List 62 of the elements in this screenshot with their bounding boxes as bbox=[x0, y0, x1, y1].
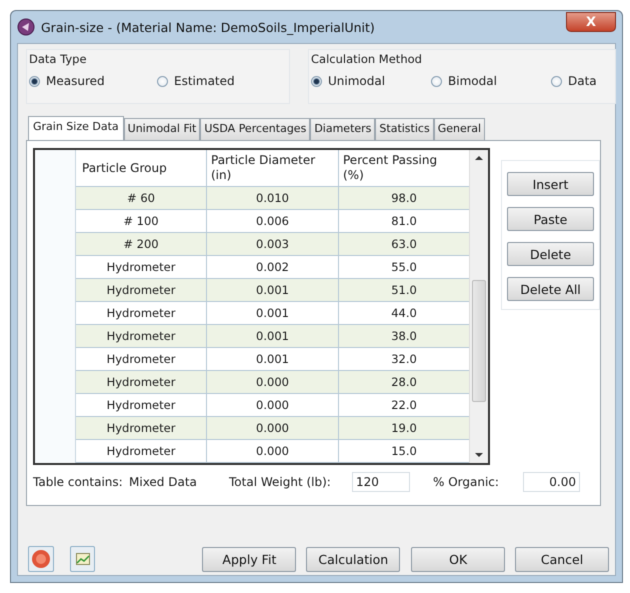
radio-button[interactable] bbox=[29, 76, 40, 86]
table-cell: Hydrometer bbox=[76, 325, 207, 348]
radio-button[interactable] bbox=[551, 76, 562, 86]
table-cell: 38.0 bbox=[339, 325, 469, 348]
help-icon bbox=[30, 549, 51, 569]
table-cell: # 200 bbox=[76, 233, 207, 256]
table-button[interactable]: Delete bbox=[507, 242, 594, 266]
scrollbar[interactable] bbox=[469, 150, 488, 463]
tab[interactable]: Grain Size Data bbox=[28, 116, 124, 140]
field-label: Total Weight (lb): bbox=[229, 475, 332, 489]
table-cell: # 60 bbox=[76, 187, 207, 210]
table-cell: 51.0 bbox=[339, 279, 469, 302]
table-cell: 0.000 bbox=[207, 417, 339, 440]
radio-label: Data bbox=[568, 74, 597, 88]
organic-field[interactable]: 0.00 bbox=[523, 472, 580, 492]
window-title: Grain-size - (Material Name: DemoSoils_ImperialUnit) bbox=[41, 20, 376, 34]
chart-icon bbox=[76, 553, 90, 565]
weight-field[interactable]: 120 bbox=[352, 472, 410, 492]
table-cell: 0.010 bbox=[207, 187, 339, 210]
table-cell: Hydrometer bbox=[76, 279, 207, 302]
row-header[interactable] bbox=[35, 440, 76, 463]
table-cell: Hydrometer bbox=[76, 417, 207, 440]
table-contents-value: Mixed Data bbox=[129, 475, 198, 489]
table-cell: 0.001 bbox=[207, 279, 339, 302]
radio-label: Bimodal bbox=[448, 74, 497, 88]
field-label: Table contains: bbox=[33, 475, 124, 489]
tab[interactable]: General bbox=[434, 118, 486, 140]
table-cell: 98.0 bbox=[339, 187, 469, 210]
ok-button[interactable]: OK bbox=[411, 547, 506, 572]
cancel-button[interactable]: Cancel bbox=[515, 547, 609, 572]
table-cell: 0.000 bbox=[207, 371, 339, 394]
table-cell: 0.003 bbox=[207, 233, 339, 256]
table-button[interactable]: Delete All bbox=[507, 277, 594, 301]
group-title: Data Type bbox=[29, 52, 88, 66]
table-cell: 0.001 bbox=[207, 325, 339, 348]
table-button[interactable]: Insert bbox=[507, 172, 594, 196]
tab[interactable]: Unimodal Fit bbox=[124, 118, 200, 140]
field-label: % Organic: bbox=[433, 475, 500, 489]
table-cell: Hydrometer bbox=[76, 440, 207, 463]
tab[interactable]: Diameters bbox=[310, 118, 376, 140]
radio-button[interactable] bbox=[431, 76, 442, 86]
tab[interactable]: USDA Percentages bbox=[200, 118, 310, 140]
group-title: Calculation Method bbox=[311, 52, 423, 66]
radio-label: Measured bbox=[46, 74, 105, 88]
column-header: Particle Diameter (in) bbox=[207, 150, 339, 187]
radio-button[interactable] bbox=[157, 76, 168, 86]
table-button[interactable]: Paste bbox=[507, 207, 594, 231]
calculation-button[interactable]: Calculation bbox=[306, 547, 400, 572]
app-icon bbox=[17, 18, 35, 36]
table-cell: Hydrometer bbox=[76, 371, 207, 394]
radio-button[interactable] bbox=[311, 76, 322, 86]
table-cell: 19.0 bbox=[339, 417, 469, 440]
radio-label: Estimated bbox=[174, 74, 235, 88]
help-button[interactable] bbox=[28, 546, 54, 572]
radio-label: Unimodal bbox=[328, 74, 386, 88]
apply-fit-button[interactable]: Apply Fit bbox=[202, 547, 296, 572]
table-cell: 0.000 bbox=[207, 440, 339, 463]
column-header: Particle Group bbox=[76, 150, 207, 187]
tab[interactable]: Statistics bbox=[375, 118, 434, 140]
chart-button[interactable] bbox=[70, 546, 96, 572]
table-cell: 28.0 bbox=[339, 371, 469, 394]
table-cell: 63.0 bbox=[339, 233, 469, 256]
